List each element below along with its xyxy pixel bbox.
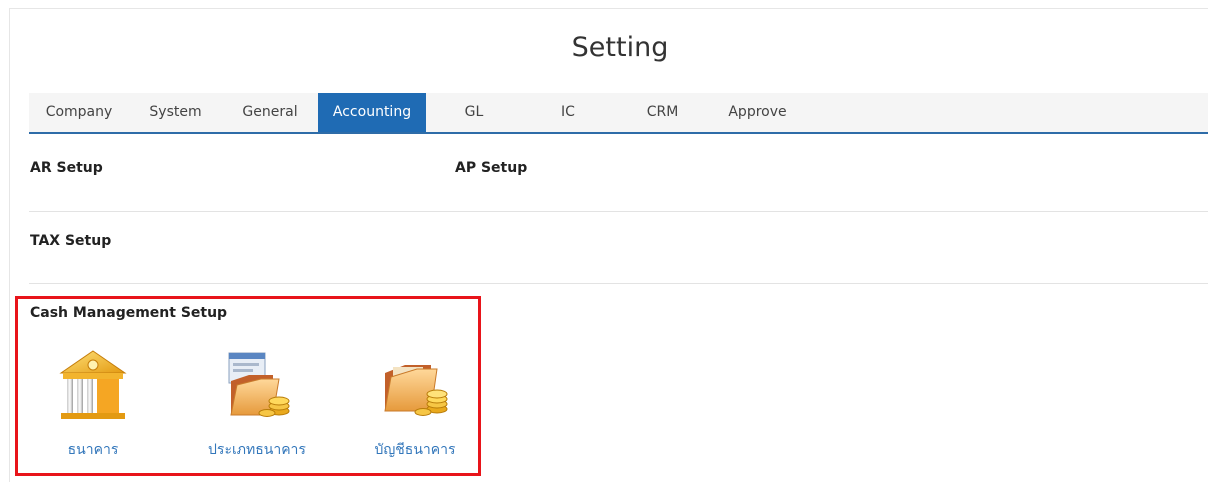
tab-approve[interactable]: Approve xyxy=(711,93,804,132)
tab-ic[interactable]: IC xyxy=(522,93,614,132)
bank-account-item[interactable]: บัญชีธนาคาร xyxy=(350,345,480,461)
tab-accounting[interactable]: Accounting xyxy=(318,93,426,132)
folder-coins-icon xyxy=(384,365,448,416)
tab-company[interactable]: Company xyxy=(29,93,129,132)
ap-setup-heading: AP Setup xyxy=(455,160,528,176)
cash-management-setup-heading: Cash Management Setup xyxy=(30,305,228,321)
bank-item[interactable]: ธนาคาร xyxy=(28,345,158,461)
tab-gl[interactable]: GL xyxy=(426,93,522,132)
settings-tab-bar: Company System General Accounting GL IC … xyxy=(29,93,1208,134)
section-divider xyxy=(29,211,1208,212)
bank-building-icon xyxy=(59,350,127,419)
folder-coins-document-icon xyxy=(228,352,290,417)
bank-type-label[interactable]: ประเภทธนาคาร xyxy=(192,439,322,461)
bank-type-item[interactable]: ประเภทธนาคาร xyxy=(192,345,322,461)
bank-account-label[interactable]: บัญชีธนาคาร xyxy=(350,439,480,461)
tab-crm[interactable]: CRM xyxy=(614,93,711,132)
page-title: Setting xyxy=(571,32,669,63)
tax-setup-heading: TAX Setup xyxy=(30,233,112,249)
tab-general[interactable]: General xyxy=(222,93,318,132)
ar-setup-heading: AR Setup xyxy=(30,160,103,176)
section-divider xyxy=(29,283,1208,284)
tab-system[interactable]: System xyxy=(129,93,222,132)
bank-label[interactable]: ธนาคาร xyxy=(28,439,158,461)
